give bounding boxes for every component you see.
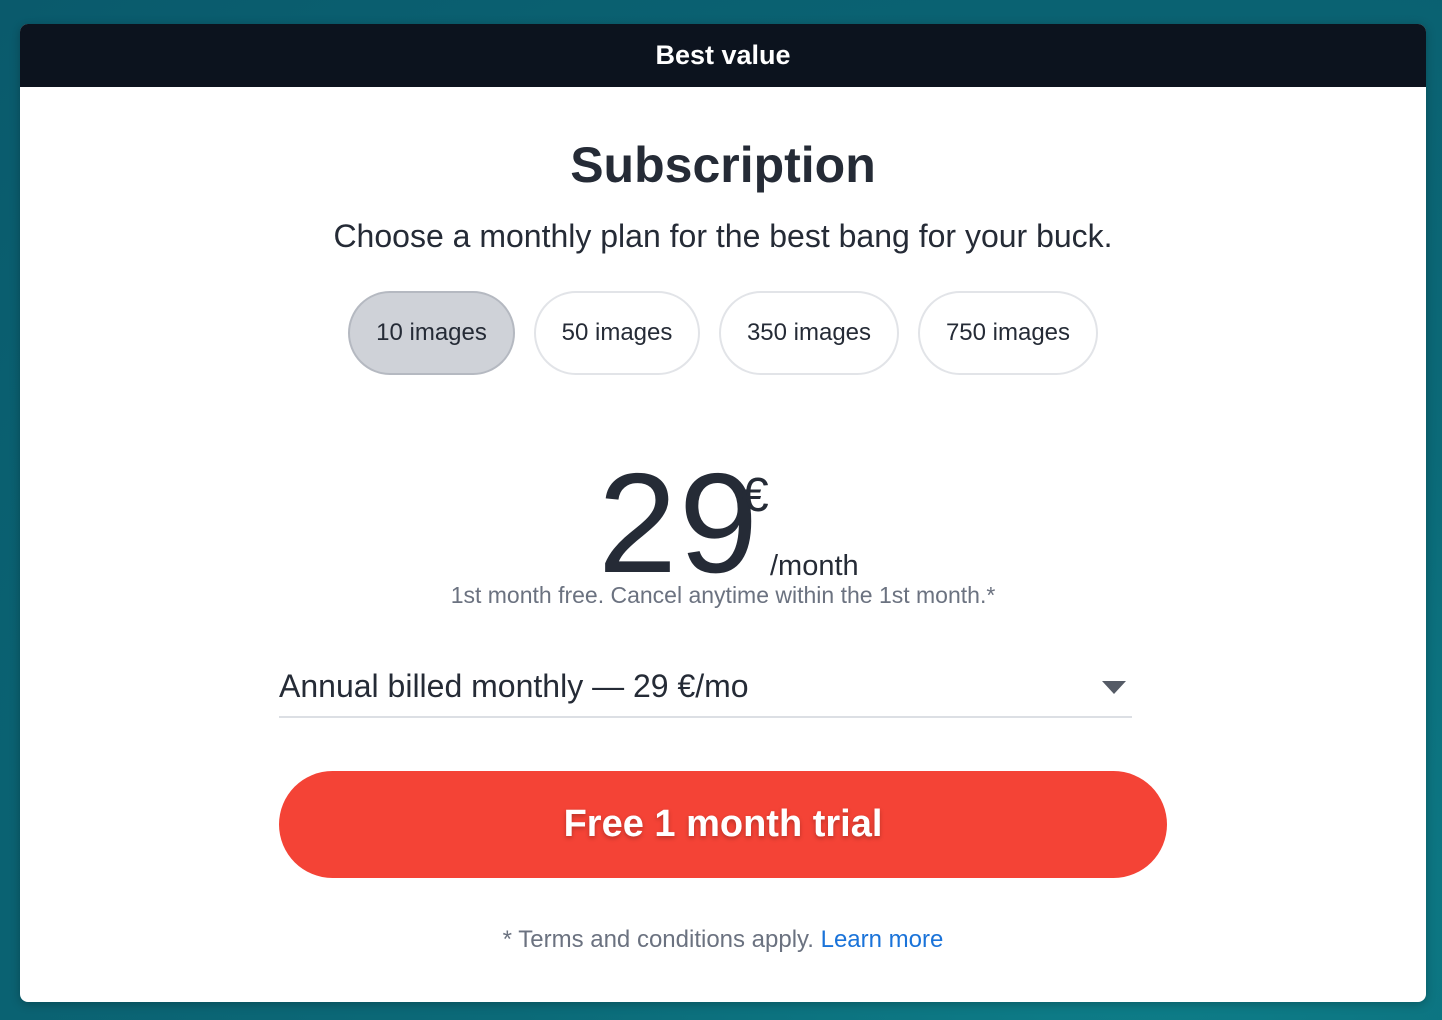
- plan-selector: 10 images 50 images 350 images 750 image…: [20, 291, 1426, 375]
- billing-select[interactable]: Annual billed monthly — 29 €/mo: [279, 664, 1132, 718]
- plan-350-images[interactable]: 350 images: [719, 291, 899, 375]
- terms-text: * Terms and conditions apply.: [502, 926, 821, 953]
- banner-label: Best value: [655, 40, 791, 70]
- page-subtitle: Choose a monthly plan for the best bang …: [333, 218, 1113, 254]
- plan-750-images[interactable]: 750 images: [918, 291, 1098, 375]
- learn-more-link[interactable]: Learn more: [821, 926, 944, 953]
- billing-select-value: Annual billed monthly — 29 €/mo: [279, 668, 749, 704]
- price-currency: €: [742, 469, 769, 522]
- plan-10-images[interactable]: 10 images: [348, 291, 515, 375]
- plan-50-images[interactable]: 50 images: [534, 291, 700, 375]
- price-amount: 29: [598, 444, 760, 603]
- best-value-banner: Best value: [20, 24, 1426, 87]
- price-period: /month: [770, 550, 859, 582]
- subscription-card: Best value Subscription Choose a monthly…: [20, 24, 1426, 1002]
- free-trial-button[interactable]: Free 1 month trial: [279, 771, 1167, 878]
- price-display: 29 € /month: [20, 444, 1426, 603]
- price-note: 1st month free. Cancel anytime within th…: [450, 582, 996, 608]
- page-title: Subscription: [570, 137, 876, 193]
- caret-down-icon: [1102, 681, 1126, 694]
- terms-footer: * Terms and conditions apply. Learn more: [20, 926, 1426, 954]
